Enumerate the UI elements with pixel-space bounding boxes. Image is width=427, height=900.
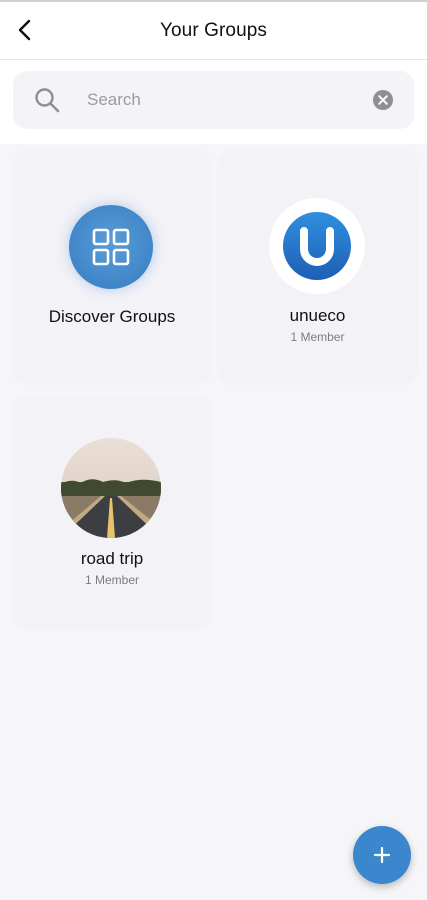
clear-search-icon[interactable] bbox=[372, 89, 394, 111]
chevron-left-icon bbox=[18, 19, 31, 41]
member-count: 1 Member bbox=[84, 573, 140, 587]
group-card-road-trip[interactable]: road trip 1 Member bbox=[15, 398, 209, 628]
member-count: 1 Member bbox=[290, 330, 345, 344]
grid-icon bbox=[92, 228, 130, 266]
app-header: Your Groups bbox=[0, 2, 427, 60]
back-button[interactable] bbox=[10, 15, 40, 45]
discover-groups-avatar bbox=[69, 205, 153, 289]
group-name: unueco bbox=[289, 306, 346, 325]
plus-icon bbox=[373, 846, 391, 864]
search-section bbox=[0, 60, 427, 144]
discover-groups-card[interactable]: Discover Groups bbox=[15, 152, 209, 382]
add-group-button[interactable] bbox=[353, 826, 411, 884]
search-bar[interactable] bbox=[13, 71, 414, 129]
group-card-unueco[interactable]: unueco 1 Member bbox=[219, 152, 416, 382]
search-icon bbox=[35, 88, 60, 113]
group-avatar bbox=[61, 438, 161, 538]
group-name: road trip bbox=[80, 549, 144, 568]
group-name: Discover Groups bbox=[48, 307, 176, 326]
page-title: Your Groups bbox=[159, 19, 268, 41]
road-photo-icon bbox=[61, 438, 161, 538]
group-avatar bbox=[269, 198, 365, 294]
unueco-logo-icon bbox=[283, 212, 351, 280]
search-input[interactable] bbox=[87, 85, 347, 115]
